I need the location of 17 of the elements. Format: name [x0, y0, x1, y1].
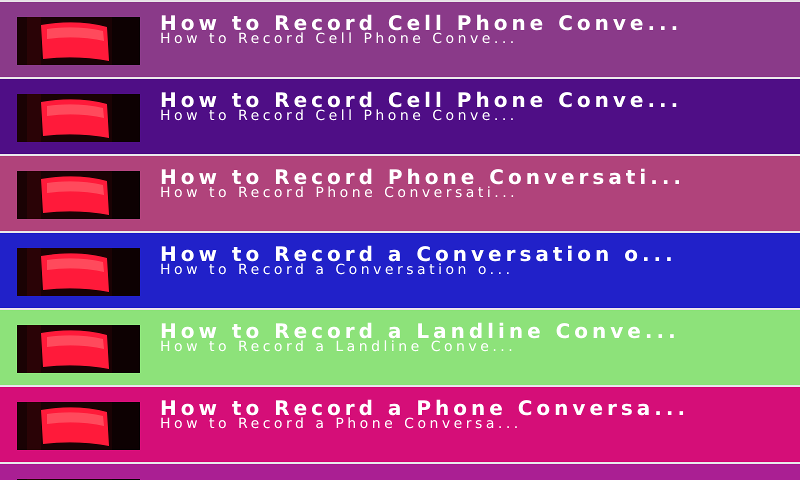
item-title: How to Record Cell Phone Conve...	[160, 15, 684, 31]
item-subtitle: How to Record Cell Phone Conve...	[160, 108, 519, 125]
item-subtitle: How to Record Cell Phone Conve...	[160, 31, 519, 48]
list-item[interactable]: How to Record Phone Conversati... How to Record Phone Conversati...	[0, 156, 800, 231]
item-title: How to Record a Phone Conversa...	[160, 400, 690, 416]
item-subtitle: How to Record a Phone Conversa...	[160, 416, 523, 433]
item-subtitle: How to Record Phone Conversati...	[160, 185, 520, 202]
list-item[interactable]: How to Record a Phone Conversa... How to Record a Phone Conversa...	[0, 387, 800, 462]
item-title: How to Record Cell Phone Conve...	[160, 92, 684, 108]
item-title: How to Record a Conversation o...	[160, 246, 678, 262]
item-subtitle: How to Record a Conversation o...	[160, 262, 515, 279]
item-title: How to Record a Landline Conve...	[160, 323, 681, 339]
list-item[interactable]: How to Record Cell Phone Conve... How to Record Cell Phone Conve...	[0, 2, 800, 77]
item-subtitle: How to Record a Landline Conve...	[160, 339, 518, 356]
list-item[interactable]: How to Record a Conversation o... How to Record a Conversation o...	[0, 233, 800, 308]
list-item[interactable]: How to Record Cell Phone Conve... How to Record Cell Phone Conve...	[0, 79, 800, 154]
item-title: How to Record Phone Conversati...	[160, 169, 686, 185]
